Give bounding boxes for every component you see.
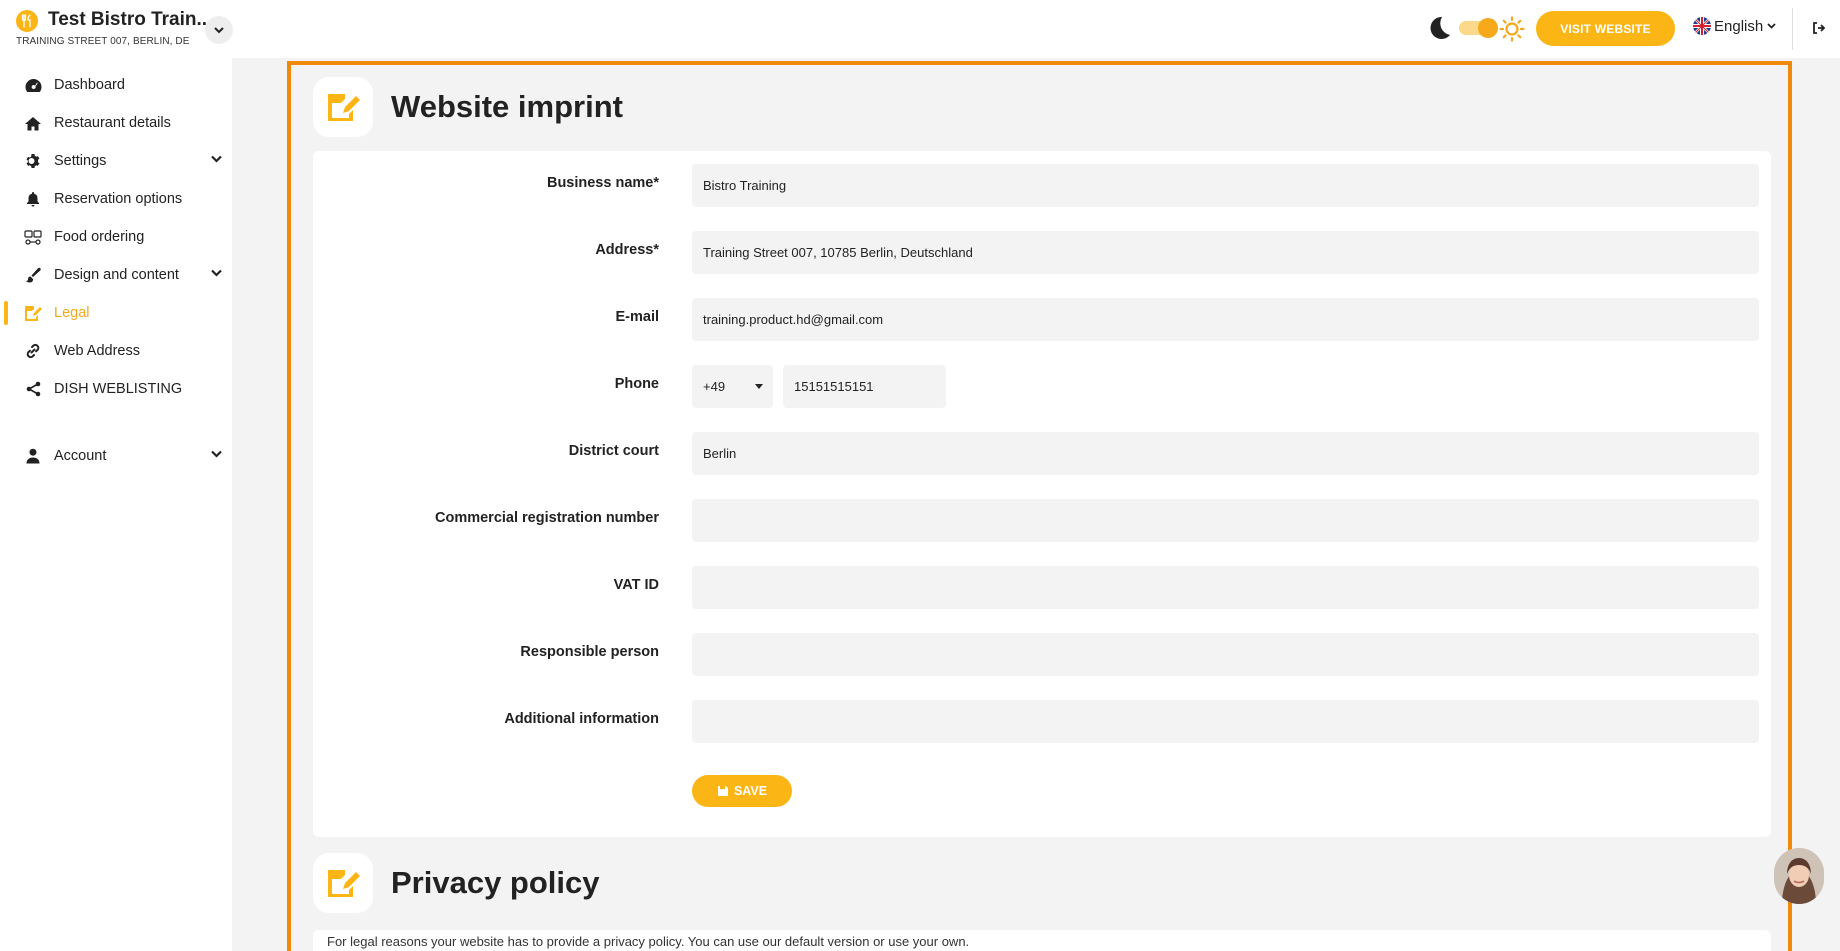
top-bar: Test Bistro Train.. TRAINING STREET 007,… <box>0 0 1840 58</box>
page-title: Website imprint <box>391 89 623 124</box>
sidebar-item-label: DISH WEBLISTING <box>54 381 183 397</box>
food-ordering-icon <box>24 229 42 245</box>
address-label: Address* <box>595 242 659 258</box>
responsible-person-input[interactable] <box>692 633 1759 676</box>
chevron-down-icon <box>214 26 224 33</box>
restaurant-switcher[interactable]: Test Bistro Train.. TRAINING STREET 007,… <box>16 9 208 47</box>
sidebar-item-label: Legal <box>54 305 90 321</box>
sidebar: Dashboard Restaurant details Settings Re… <box>0 58 232 951</box>
restaurant-dropdown-button[interactable] <box>205 16 233 44</box>
home-icon <box>24 115 42 131</box>
chevron-down-icon <box>1767 23 1776 29</box>
sidebar-item-label: Restaurant details <box>54 115 171 131</box>
district-court-input[interactable]: Berlin <box>692 432 1759 475</box>
district-court-label: District court <box>568 443 659 459</box>
restaurant-address: TRAINING STREET 007, BERLIN, DE <box>16 36 190 47</box>
address-input[interactable]: Training Street 007, 10785 Berlin, Deuts… <box>692 231 1759 274</box>
divider <box>1792 8 1793 50</box>
imprint-form: Business name* Bistro Training Address* … <box>313 151 1771 837</box>
privacy-description: For legal reasons your website has to pr… <box>327 934 970 949</box>
chevron-down-icon <box>211 155 222 163</box>
theme-toggle[interactable] <box>1425 12 1525 44</box>
brush-icon <box>24 267 42 283</box>
additional-information-input[interactable] <box>692 700 1759 743</box>
business-name-label: Business name* <box>546 175 659 191</box>
section-title: Privacy policy <box>391 865 600 900</box>
additional-information-label: Additional information <box>504 711 659 727</box>
phone-label: Phone <box>614 376 659 392</box>
sidebar-item-settings[interactable]: Settings <box>0 143 232 179</box>
phone-country-code-select[interactable]: +49 <box>692 365 773 408</box>
link-icon <box>24 343 42 359</box>
imprint-header: Website imprint <box>313 77 623 137</box>
vat-id-label: VAT ID <box>613 577 659 593</box>
responsible-person-label: Responsible person <box>520 644 659 660</box>
sidebar-item-label: Settings <box>54 153 107 169</box>
sidebar-item-food-ordering[interactable]: Food ordering <box>0 219 232 255</box>
sidebar-item-legal[interactable]: Legal <box>0 295 232 331</box>
sidebar-item-account[interactable]: Account <box>0 438 232 474</box>
gear-icon <box>24 153 42 169</box>
commercial-registration-label: Commercial registration number <box>435 510 659 526</box>
sidebar-item-label: Reservation options <box>54 191 183 207</box>
restaurant-logo-icon <box>16 10 38 32</box>
moon-icon <box>1430 16 1450 39</box>
sidebar-item-label: Web Address <box>54 343 140 359</box>
language-label: English <box>1714 17 1764 35</box>
privacy-header: Privacy policy <box>313 853 600 913</box>
sun-icon <box>1499 16 1525 42</box>
business-name-input[interactable]: Bistro Training <box>692 164 1759 207</box>
bell-icon <box>24 191 42 207</box>
chevron-down-icon <box>211 269 222 277</box>
legal-icon <box>313 77 373 137</box>
legal-icon <box>24 305 42 321</box>
save-label: SAVE <box>733 784 768 798</box>
save-button[interactable]: SAVE <box>692 775 792 807</box>
sidebar-item-web-address[interactable]: Web Address <box>0 333 232 369</box>
share-icon <box>24 381 42 397</box>
vat-id-input[interactable] <box>692 566 1759 609</box>
save-icon <box>717 786 728 796</box>
privacy-policy-card: For legal reasons your website has to pr… <box>313 930 1771 951</box>
sidebar-item-design-and-content[interactable]: Design and content <box>0 257 232 293</box>
sidebar-item-label: Dashboard <box>54 77 125 93</box>
logout-icon[interactable] <box>1812 21 1826 35</box>
caret-down-icon <box>755 384 763 389</box>
phone-number-input[interactable]: 15151515151 <box>783 365 946 408</box>
sidebar-item-label: Design and content <box>54 267 179 283</box>
dashboard-icon <box>24 77 42 93</box>
restaurant-name: Test Bistro Train.. <box>48 9 208 30</box>
chevron-down-icon <box>211 450 222 458</box>
sidebar-item-restaurant-details[interactable]: Restaurant details <box>0 105 232 141</box>
email-label: E-mail <box>615 309 659 325</box>
legal-icon <box>313 853 373 913</box>
main-content: Website imprint Business name* Bistro Tr… <box>287 61 1792 951</box>
visit-website-button[interactable]: VISIT WEBSITE <box>1536 11 1675 46</box>
sidebar-item-label: Account <box>54 448 107 464</box>
country-code-value: +49 <box>703 379 726 394</box>
sidebar-item-dashboard[interactable]: Dashboard <box>0 67 232 103</box>
email-input[interactable]: training.product.hd@gmail.com <box>692 298 1759 341</box>
language-selector[interactable]: English <box>1693 17 1776 35</box>
sidebar-item-reservation-options[interactable]: Reservation options <box>0 181 232 217</box>
support-chat-avatar[interactable] <box>1774 848 1824 904</box>
sidebar-item-dish-weblisting[interactable]: DISH WEBLISTING <box>0 371 232 407</box>
user-icon <box>24 448 42 464</box>
sidebar-item-label: Food ordering <box>54 229 145 245</box>
uk-flag-icon <box>1693 17 1711 35</box>
commercial-registration-input[interactable] <box>692 499 1759 542</box>
toggle-knob <box>1478 18 1498 38</box>
active-indicator <box>4 301 8 325</box>
